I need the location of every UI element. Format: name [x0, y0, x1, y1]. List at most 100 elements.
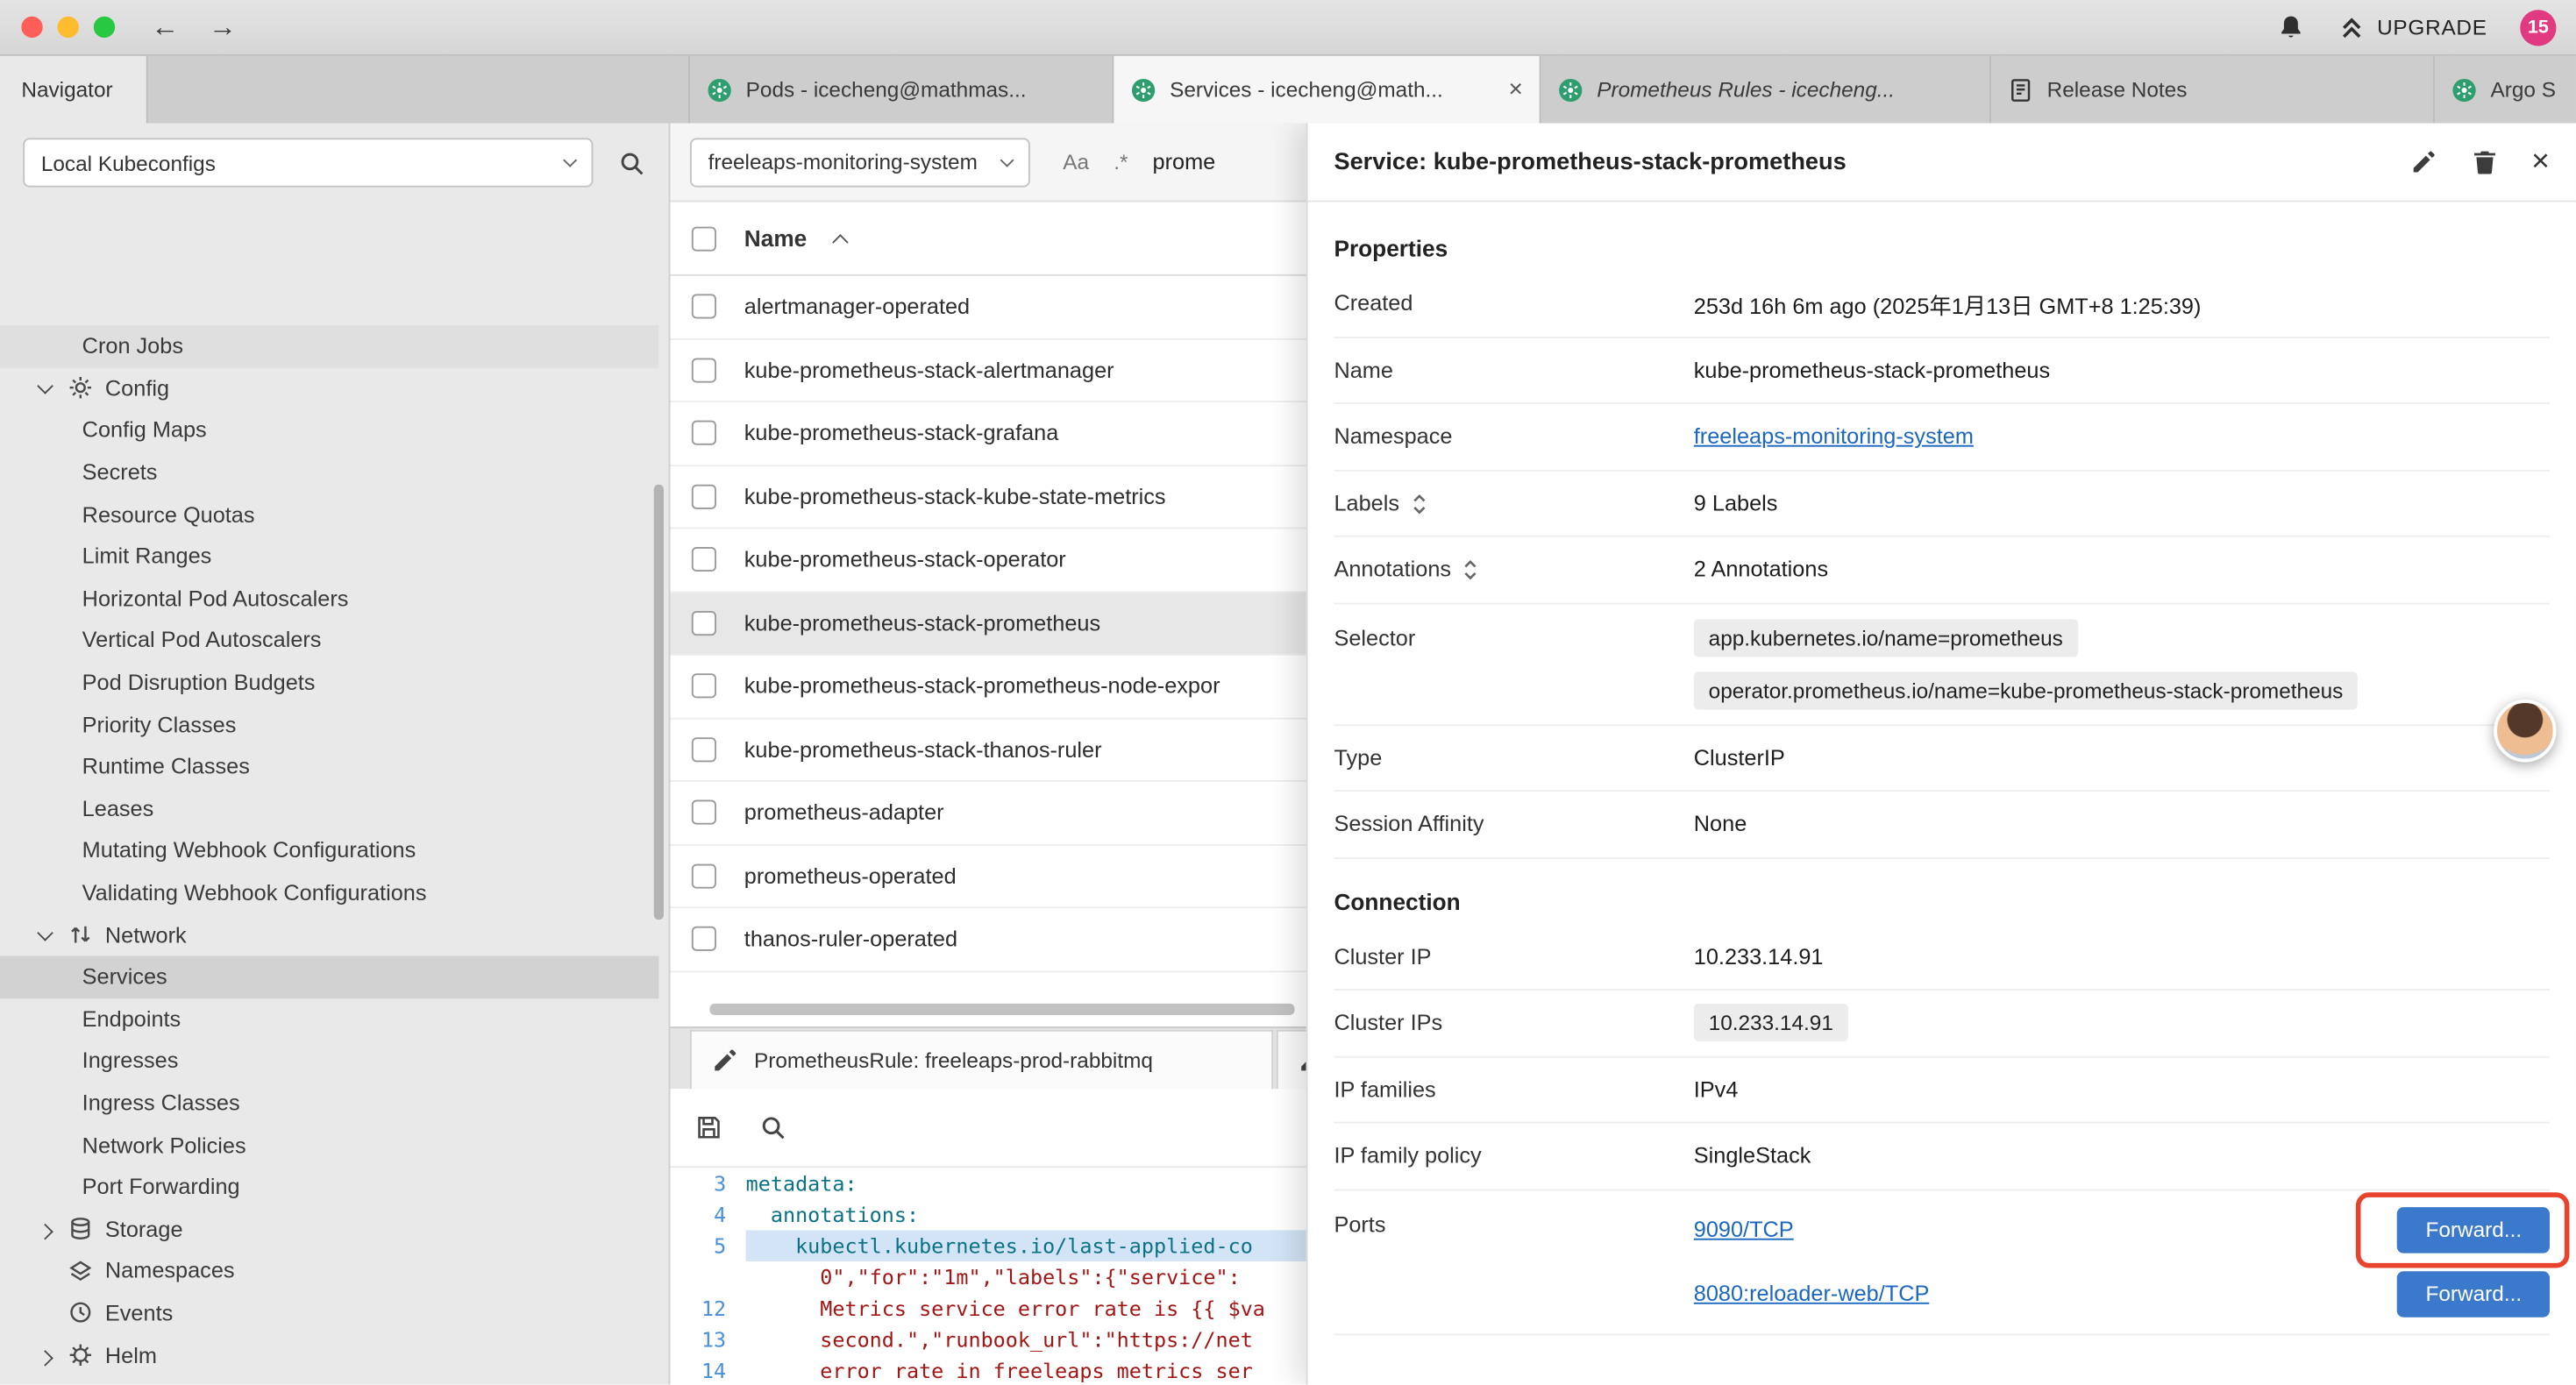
sidebar-item-services[interactable]: Services	[0, 955, 658, 998]
sidebar-scrollbar[interactable]	[654, 485, 664, 920]
row-checkbox[interactable]	[692, 674, 716, 699]
drawer-title: Service: kube-prometheus-stack-prometheu…	[1334, 149, 1846, 175]
service-name: prometheus-adapter	[744, 800, 944, 825]
select-all-checkbox[interactable]	[692, 226, 716, 251]
sidebar-item-network[interactable]: Network	[0, 913, 658, 955]
service-name: kube-prometheus-stack-prometheus-node-ex…	[744, 674, 1220, 699]
close-tab-icon[interactable]: ×	[1498, 75, 1523, 103]
sidebar-item-namespaces[interactable]: Namespaces	[0, 1250, 658, 1292]
search-input[interactable]: prome	[1153, 150, 1216, 174]
chevron-down-icon[interactable]	[32, 377, 55, 400]
service-name: prometheus-operated	[744, 863, 957, 888]
sidebar-item-resource-quotas[interactable]: Resource Quotas	[0, 494, 658, 536]
expand-toggle-icon[interactable]	[1462, 558, 1479, 582]
tab-argo[interactable]: Argo S	[2435, 56, 2576, 124]
namespace-link[interactable]: freeleaps-monitoring-system	[1694, 424, 1974, 449]
sidebar-item-ingress-classes[interactable]: Ingress Classes	[0, 1082, 658, 1124]
zoom-window-button[interactable]	[94, 17, 115, 38]
tab-label: Services - icecheng@math...	[1170, 77, 1443, 102]
dock-tab-label: PrometheusRule: freeleaps-prod-rabbitmq	[754, 1048, 1153, 1072]
sidebar-item-config[interactable]: Config	[0, 367, 658, 409]
property-label: IP family policy	[1334, 1144, 1693, 1168]
name-column-header[interactable]: Name	[744, 225, 807, 252]
property-value[interactable]: 2 Annotations	[1694, 558, 1828, 582]
sidebar-item-cron-jobs[interactable]: Cron Jobs	[0, 325, 658, 367]
chevron-right-icon[interactable]	[32, 1218, 55, 1240]
chevron-down-icon[interactable]	[32, 923, 55, 946]
sidebar-item-label: Limit Ranges	[82, 544, 212, 569]
sidebar-item-config-maps[interactable]: Config Maps	[0, 409, 658, 451]
tab-prometheus-rules[interactable]: Prometheus Rules - icecheng...	[1541, 56, 1991, 124]
sidebar-item-leases[interactable]: Leases	[0, 787, 658, 829]
save-icon[interactable]	[695, 1113, 723, 1141]
forward-button[interactable]: Forward...	[2398, 1270, 2550, 1316]
row-checkbox[interactable]	[692, 358, 716, 382]
row-checkbox[interactable]	[692, 800, 716, 825]
sort-asc-icon[interactable]	[832, 233, 849, 250]
sidebar-item-helm[interactable]: Helm	[0, 1334, 658, 1376]
sidebar-item-port-forwarding[interactable]: Port Forwarding	[0, 1166, 658, 1208]
forward-button[interactable]: Forward...	[2398, 1206, 2550, 1252]
tab-release-notes[interactable]: Release Notes	[1991, 56, 2435, 124]
sidebar-item-storage[interactable]: Storage	[0, 1208, 658, 1250]
sidebar-item-events[interactable]: Events	[0, 1292, 658, 1334]
sidebar-item-access-control[interactable]: Access Control	[0, 1376, 658, 1385]
sidebar-item-endpoints[interactable]: Endpoints	[0, 998, 658, 1040]
row-checkbox[interactable]	[692, 611, 716, 636]
property-value[interactable]: 9 Labels	[1694, 491, 1778, 515]
sidebar-item-vertical-pod-autoscalers[interactable]: Vertical Pod Autoscalers	[0, 620, 658, 662]
search-icon[interactable]	[618, 149, 646, 177]
sidebar-item-validating-webhook-configurations[interactable]: Validating Webhook Configurations	[0, 871, 658, 913]
row-checkbox[interactable]	[692, 295, 716, 319]
match-case-toggle[interactable]: Aa	[1063, 150, 1089, 174]
edit-pencil-icon[interactable]	[2410, 148, 2438, 176]
back-button[interactable]: ←	[151, 11, 179, 43]
close-drawer-icon[interactable]: ×	[2531, 146, 2550, 178]
forward-button[interactable]: →	[209, 11, 237, 43]
notifications-bell-icon[interactable]	[2277, 13, 2305, 41]
close-window-button[interactable]	[21, 17, 42, 38]
property-row-cluster-ip: Cluster IP 10.233.14.91	[1334, 924, 2550, 991]
row-checkbox[interactable]	[692, 737, 716, 762]
sidebar-item-priority-classes[interactable]: Priority Classes	[0, 704, 658, 746]
sidebar-item-pod-disruption-budgets[interactable]: Pod Disruption Budgets	[0, 662, 658, 704]
minimize-window-button[interactable]	[58, 17, 79, 38]
sidebar-item-label: Port Forwarding	[82, 1175, 240, 1199]
port-link[interactable]: 9090/TCP	[1694, 1217, 1794, 1241]
namespace-selector[interactable]: freeleaps-monitoring-system	[690, 137, 1030, 186]
tab-services[interactable]: Services - icecheng@math... ×	[1114, 56, 1541, 124]
edit-pencil-icon	[711, 1047, 739, 1075]
cluster-ip-badge: 10.233.14.91	[1694, 1004, 1848, 1041]
sidebar-item-network-policies[interactable]: Network Policies	[0, 1124, 658, 1166]
service-name: alertmanager-operated	[744, 295, 970, 319]
assistant-avatar[interactable]	[2494, 700, 2556, 762]
row-checkbox[interactable]	[692, 927, 716, 951]
sidebar-item-ingresses[interactable]: Ingresses	[0, 1040, 658, 1082]
port-link[interactable]: 8080:reloader-web/TCP	[1694, 1281, 1930, 1305]
editor-search-icon[interactable]	[759, 1113, 787, 1141]
sidebar-item-mutating-webhook-configurations[interactable]: Mutating Webhook Configurations	[0, 829, 658, 871]
delete-trash-icon[interactable]	[2471, 148, 2499, 176]
row-checkbox[interactable]	[692, 421, 716, 445]
sidebar-item-label: Secrets	[82, 460, 158, 485]
row-checkbox[interactable]	[692, 547, 716, 572]
expand-toggle-icon[interactable]	[1411, 491, 1427, 515]
regex-toggle[interactable]: .*	[1114, 150, 1128, 174]
chevron-down-icon	[1000, 153, 1014, 167]
dock-tab-prometheusrule[interactable]: PrometheusRule: freeleaps-prod-rabbitmq	[690, 1030, 1273, 1089]
property-row-type: Type ClusterIP	[1334, 725, 2550, 792]
sidebar-item-horizontal-pod-autoscalers[interactable]: Horizontal Pod Autoscalers	[0, 578, 658, 620]
sidebar-item-runtime-classes[interactable]: Runtime Classes	[0, 746, 658, 788]
sidebar-item-limit-ranges[interactable]: Limit Ranges	[0, 536, 658, 578]
sidebar-item-secrets[interactable]: Secrets	[0, 451, 658, 494]
upgrade-button[interactable]: UPGRADE	[2338, 13, 2487, 41]
row-checkbox[interactable]	[692, 863, 716, 888]
notification-count-badge[interactable]: 15	[2520, 9, 2556, 45]
chevron-right-icon[interactable]	[32, 1344, 55, 1367]
horizontal-scrollbar[interactable]	[709, 1004, 1294, 1015]
row-checkbox[interactable]	[692, 484, 716, 508]
tab-pods[interactable]: Pods - icecheng@mathmas...	[690, 56, 1114, 124]
sidebar-item-label: Helm	[105, 1343, 157, 1367]
kubeconfig-selector[interactable]: Local Kubeconfigs	[23, 138, 593, 187]
sidebar-item-label: Priority Classes	[82, 713, 237, 737]
